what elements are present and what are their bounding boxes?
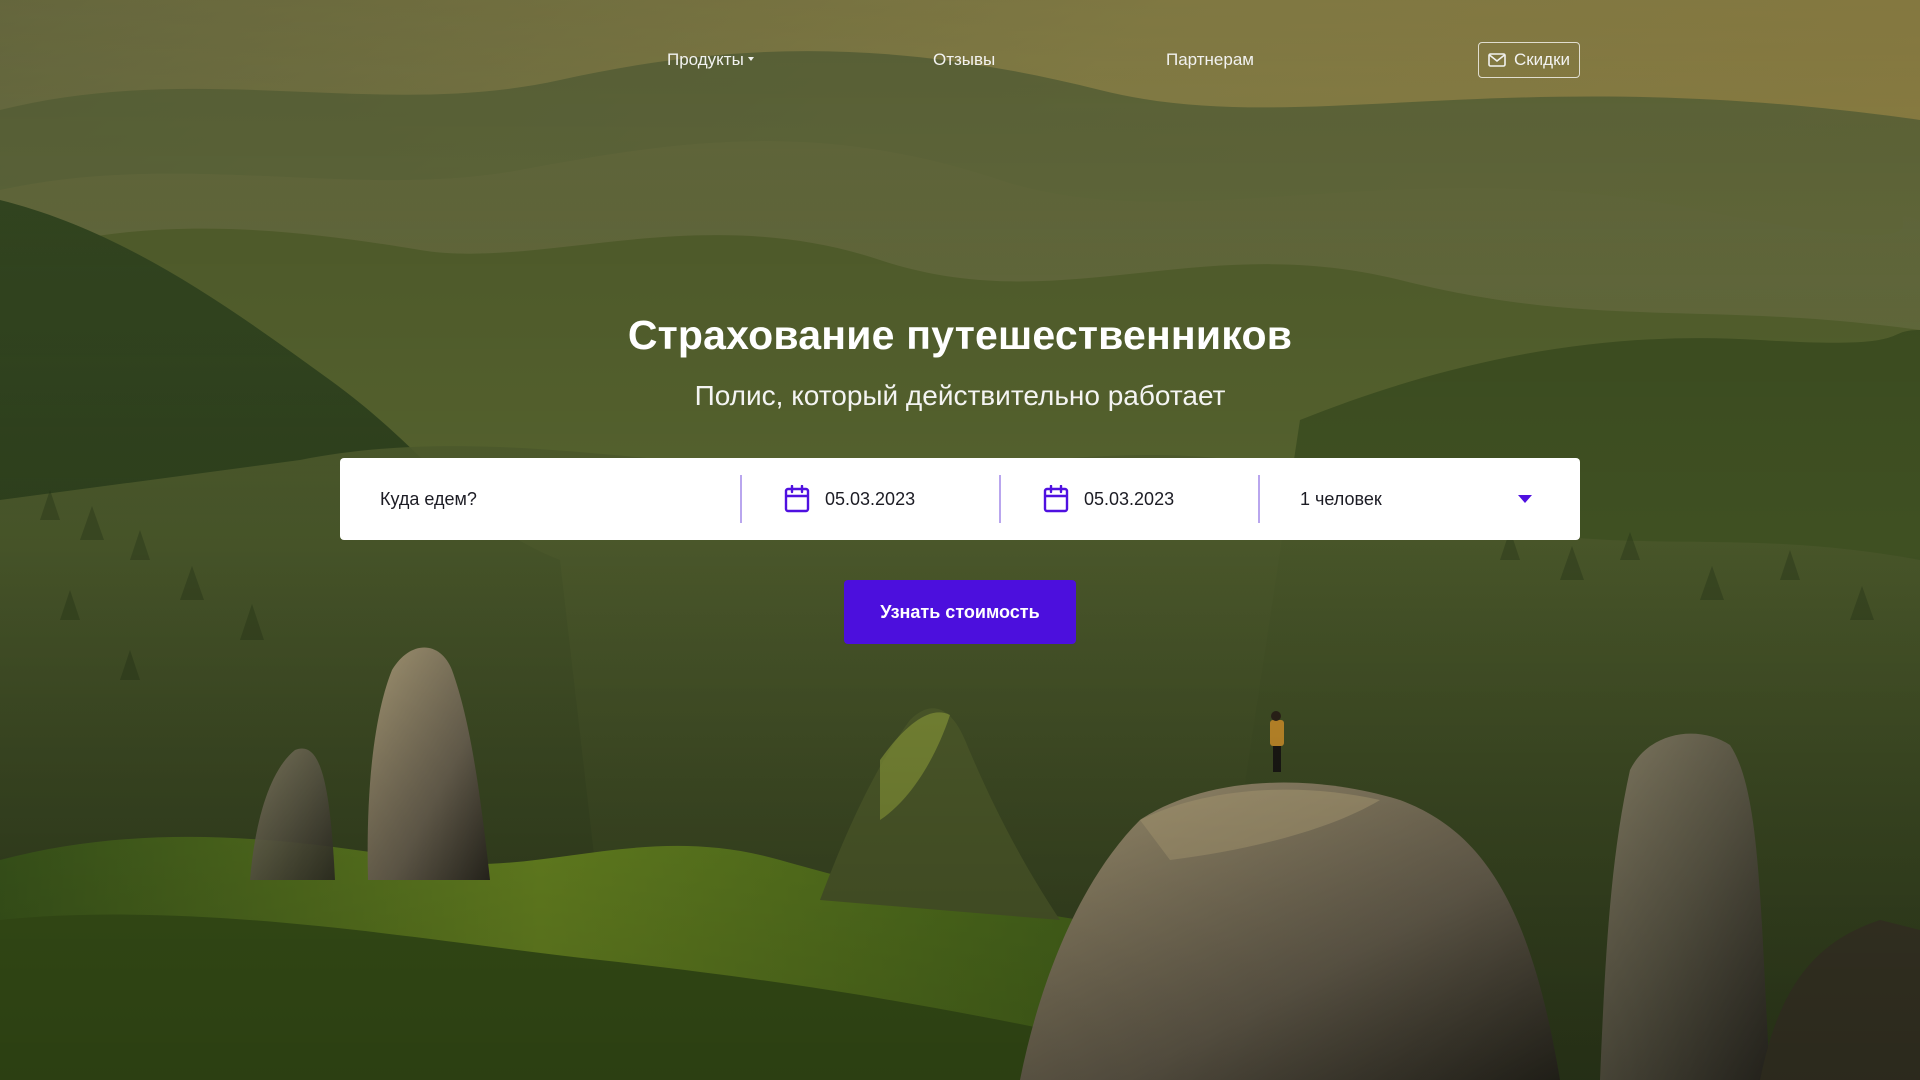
date-from-value: 05.03.2023	[825, 488, 916, 509]
insurance-search-form: 05.03.2023 05.03.2023 1 человек	[340, 458, 1580, 540]
calendar-icon	[784, 485, 810, 513]
travelers-value: 1 человек	[1300, 488, 1382, 509]
date-to-value: 05.03.2023	[1084, 488, 1175, 509]
nav-products-label: Продукты	[667, 50, 744, 69]
top-navigation: Продукты Отзывы Партнерам Скидки	[340, 40, 1580, 80]
date-to-field[interactable]: 05.03.2023	[1001, 458, 1258, 540]
caret-down-icon	[747, 56, 754, 61]
nav-partners-link[interactable]: Партнерам	[1166, 50, 1254, 70]
nav-reviews-link[interactable]: Отзывы	[933, 50, 995, 70]
discounts-button[interactable]: Скидки	[1478, 42, 1580, 78]
get-price-button[interactable]: Узнать стоимость	[844, 580, 1076, 644]
discounts-button-label: Скидки	[1513, 50, 1571, 69]
page-title: Страхование путешественников	[627, 312, 1293, 358]
mail-icon	[1488, 53, 1506, 67]
travelers-select[interactable]: 1 человек	[1260, 458, 1580, 540]
destination-field[interactable]	[340, 458, 740, 540]
page-subtitle: Полис, который действительно работает	[694, 380, 1226, 411]
calendar-icon	[1043, 485, 1069, 513]
hero-background-image	[0, 0, 1920, 1080]
mountain-landscape-illustration	[0, 0, 1920, 1080]
nav-products-dropdown[interactable]: Продукты	[667, 50, 754, 70]
date-from-field[interactable]: 05.03.2023	[742, 458, 999, 540]
caret-down-icon	[1518, 495, 1532, 503]
destination-input[interactable]	[380, 488, 700, 510]
